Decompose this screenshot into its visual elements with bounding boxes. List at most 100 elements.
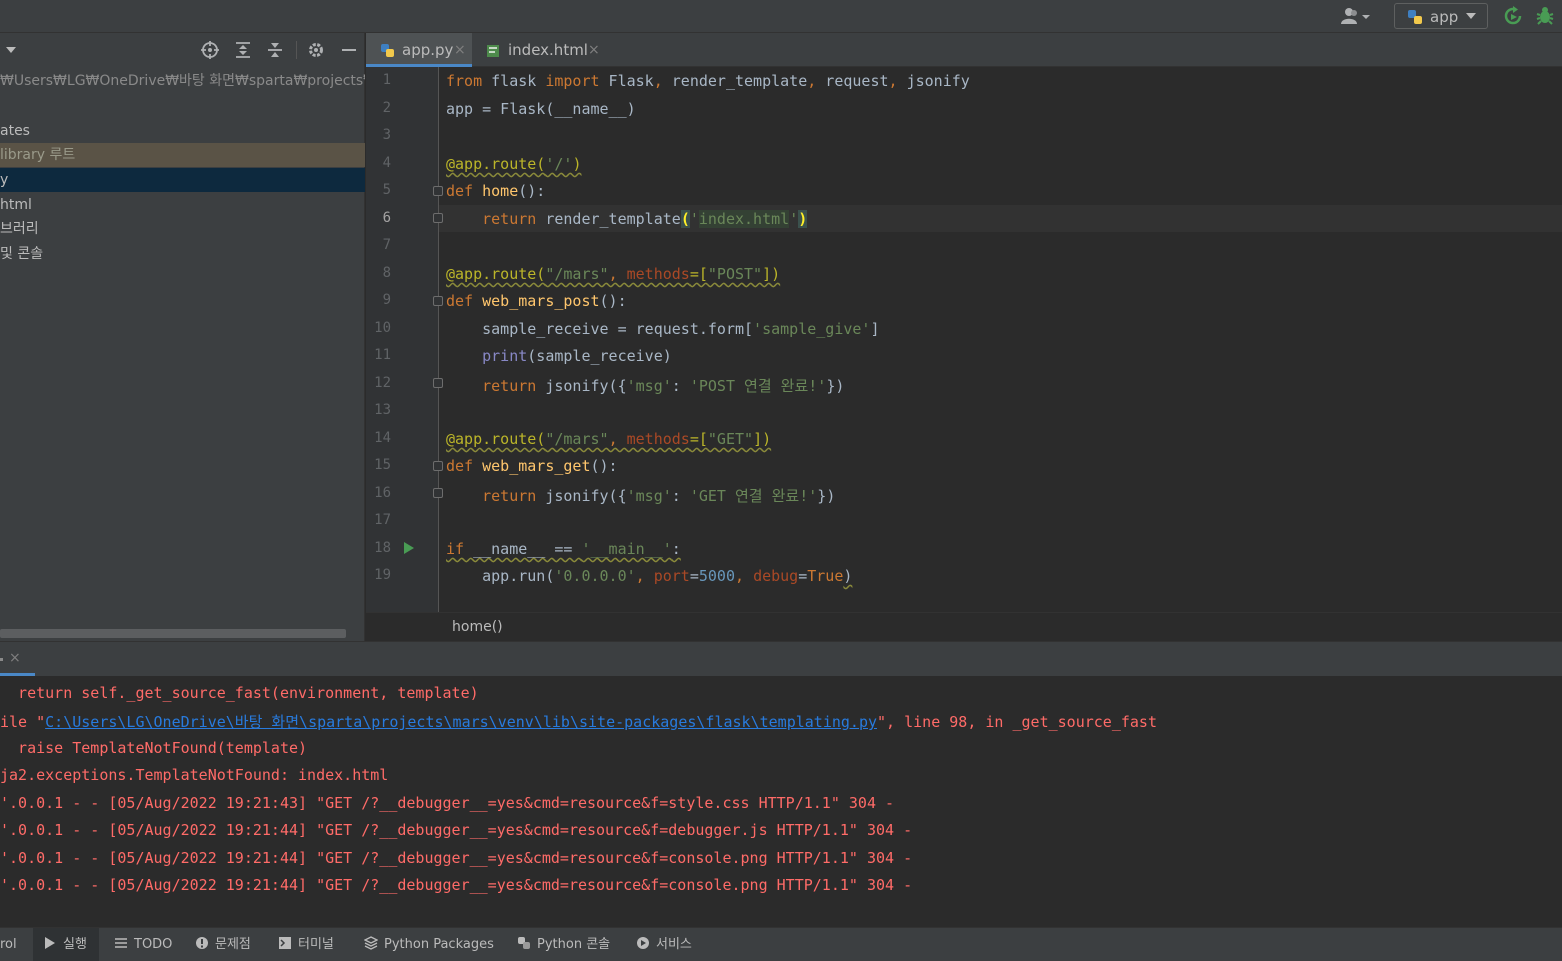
terminal-icon [279, 937, 291, 949]
tool-tab-label: 문제점 [215, 937, 251, 952]
gutter-divider [438, 67, 439, 612]
tool-window-bar: rol 실행 TODO 문제점 터미널 Python Packages Pyth… [0, 927, 1562, 961]
horizontal-scrollbar[interactable] [0, 629, 346, 638]
close-icon[interactable]: × [454, 33, 466, 67]
debug-bug-icon[interactable] [1535, 6, 1555, 26]
line-number: 8 [382, 264, 391, 281]
tree-item-external-libraries[interactable]: 브러리 [0, 217, 365, 241]
line-number: 12 [374, 374, 391, 391]
code-line-1: from flask import Flask, render_template… [446, 72, 970, 90]
fold-marker-icon[interactable] [433, 488, 443, 498]
code-line-12: return jsonify({'msg': 'POST 연결 완료!'}) [482, 377, 845, 395]
tree-item-app-py[interactable]: y [0, 168, 365, 192]
line-number: 4 [382, 154, 391, 171]
line-number: 15 [374, 457, 391, 473]
expand-all-icon[interactable] [234, 41, 252, 59]
tool-tab-label: rol [0, 937, 17, 952]
python-icon [1408, 10, 1422, 24]
code-line-9: def web_mars_post(): [446, 292, 627, 310]
run-configuration-select[interactable]: app [1394, 3, 1488, 29]
project-root-path[interactable]: ₩Users₩LG₩OneDrive₩바탕 화면₩sparta₩projects… [0, 69, 365, 93]
close-icon[interactable]: × [588, 33, 600, 67]
rerun-icon[interactable] [1503, 6, 1523, 26]
tab-index-html[interactable]: index.html × [472, 33, 602, 67]
code-line-6: return render_template('index.html') [482, 210, 808, 228]
tool-tab-label: Python Packages [384, 937, 494, 952]
console-text: ile " [0, 713, 46, 731]
console-log-line: '.0.0.1 - - [05/Aug/2022 19:21:43] "GET … [0, 794, 895, 812]
line-number: 10 [374, 319, 391, 336]
top-toolbar: app [0, 0, 1562, 33]
tree-item-library-root[interactable]: library 루트 [0, 143, 365, 167]
tool-tab-label: TODO [134, 937, 173, 952]
code-line-11: print(sample_receive) [482, 347, 672, 365]
tab-terminal[interactable]: 터미널 [278, 928, 350, 961]
file-link[interactable]: C:\Users\LG\OneDrive\바탕 화면\sparta\projec… [45, 713, 877, 731]
editor-tab-bar: app.py × index.html × [366, 33, 1562, 67]
code-line-16: return jsonify({'msg': 'GET 연결 완료!'}) [482, 487, 836, 505]
tree-item-label: 및 콘솔 [0, 246, 44, 262]
code-line-2: app = Flask(__name__) [446, 100, 636, 118]
packages-icon [364, 936, 378, 950]
todo-icon [115, 938, 127, 948]
line-number: 3 [382, 127, 391, 143]
code-line-4: @app.route('/') [446, 155, 582, 173]
tab-problems[interactable]: 문제점 [195, 928, 265, 961]
breadcrumb: home() [366, 612, 1562, 641]
tab-version-control[interactable]: rol [0, 928, 30, 961]
tree-item-label: html [0, 197, 32, 213]
tree-item-label: ates [0, 123, 30, 139]
breadcrumb-item[interactable]: home() [452, 619, 503, 635]
collapse-all-icon[interactable] [266, 41, 284, 59]
line-number: 14 [374, 429, 391, 446]
tool-tab-label: 터미널 [298, 937, 334, 952]
project-panel-header [0, 33, 365, 67]
project-panel: ₩Users₩LG₩OneDrive₩바탕 화면₩sparta₩projects… [0, 33, 365, 641]
gear-icon[interactable] [307, 41, 325, 59]
console-log-line: '.0.0.1 - - [05/Aug/2022 19:21:44] "GET … [0, 849, 913, 867]
user-icon[interactable] [1340, 7, 1374, 25]
chevron-down-icon[interactable] [6, 47, 16, 53]
run-icon [45, 937, 55, 949]
console-log-line: '.0.0.1 - - [05/Aug/2022 19:21:44] "GET … [0, 821, 913, 839]
console-text: ", line 98, in _get_source_fast [877, 713, 1157, 731]
tree-item-index-html[interactable]: html [0, 193, 365, 217]
tab-app-py[interactable]: app.py × [366, 33, 472, 67]
tool-tab-label: Python 콘솔 [537, 937, 611, 952]
close-icon[interactable]: × [9, 650, 21, 666]
tab-python-console[interactable]: Python 콘솔 [517, 928, 621, 961]
tree-item-scratches-consoles[interactable]: 및 콘솔 [0, 242, 365, 266]
problems-icon [196, 937, 208, 949]
fold-marker-icon[interactable] [433, 461, 443, 471]
code-line-14: @app.route("/mars", methods=["GET"]) [446, 430, 772, 448]
code-editor[interactable]: 1 2 3 4 5 6 7 8 9 10 11 12 13 14 15 16 17 18 19 from flask… [366, 67, 1562, 612]
fold-marker-icon[interactable] [433, 186, 443, 196]
locate-icon[interactable] [201, 41, 219, 59]
line-number: 13 [374, 402, 391, 418]
code-line-8: @app.route("/mars", methods=["POST"]) [446, 265, 781, 283]
console-line: return self._get_source_fast(environment… [0, 684, 479, 702]
tree-item-label: library 루트 [0, 147, 76, 163]
run-console-output[interactable]: return self._get_source_fast(environment… [0, 676, 1562, 927]
tab-todo[interactable]: TODO [114, 928, 184, 961]
fold-marker-icon[interactable] [433, 213, 443, 223]
run-gutter-icon[interactable] [404, 542, 414, 554]
line-number: 16 [374, 484, 391, 501]
run-configuration-label: app [1430, 8, 1459, 26]
fold-marker-icon[interactable] [433, 296, 443, 306]
line-number: 5 [382, 182, 391, 198]
minimize-icon[interactable] [340, 41, 358, 59]
code-line-19: app.run('0.0.0.0', port=5000, debug=True… [446, 567, 853, 585]
editor-gutter [366, 67, 438, 612]
line-number: 11 [374, 347, 391, 363]
tree-item-label: y [0, 172, 9, 188]
tab-run[interactable]: 실행 [33, 928, 99, 961]
tree-item-templates[interactable]: ates [0, 119, 365, 143]
fold-marker-icon[interactable] [433, 378, 443, 388]
tool-tab-label: 서비스 [656, 937, 692, 952]
line-number: 17 [374, 512, 391, 528]
console-line: ja2.exceptions.TemplateNotFound: index.h… [0, 766, 389, 784]
tab-services[interactable]: 서비스 [636, 928, 706, 961]
tab-python-packages[interactable]: Python Packages [364, 928, 498, 961]
line-number: 6 [382, 209, 391, 226]
